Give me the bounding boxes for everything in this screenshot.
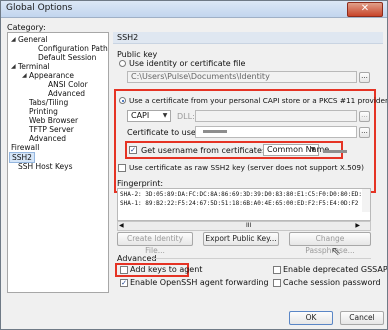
- expand-triangle-icon[interactable]: ◢: [11, 63, 16, 70]
- get-username-checkbox[interactable]: ✓: [129, 146, 137, 154]
- tree-item-general[interactable]: General: [18, 35, 48, 44]
- tree-item-terminal[interactable]: Terminal: [18, 62, 50, 71]
- tree-item-default-session[interactable]: Default Session: [38, 53, 96, 62]
- chevron-down-icon: ▼: [162, 112, 168, 119]
- use-identity-label: Use identity or certificate file: [129, 59, 246, 68]
- common-name-value: Common Name: [267, 145, 330, 154]
- enable-openssh-agent-forwarding-checkbox[interactable]: ✓: [120, 279, 128, 287]
- public-key-label: Public key: [117, 50, 158, 59]
- close-button[interactable]: ✕: [347, 2, 383, 17]
- tree-item-terminal-advanced[interactable]: Advanced: [29, 134, 66, 143]
- window-title: Global Options: [6, 3, 73, 13]
- use-certificate-radio[interactable]: [119, 97, 126, 104]
- fingerprint-sha1: SHA-1: 89:B2:22:F5:24:67:5D:51:18:6B:A0:…: [120, 200, 359, 207]
- category-label: Category:: [7, 23, 46, 32]
- fingerprint-sha2: SHA-2: 3D:05:89:DA:FC:DC:8A:86:69:3D:39:…: [120, 191, 366, 198]
- fingerprint-horizontal-scrollbar[interactable]: ◀ III ▶: [117, 221, 371, 231]
- expand-triangle-icon[interactable]: ◢: [11, 36, 16, 43]
- add-keys-to-agent-label: Add keys to agent: [130, 265, 203, 274]
- use-certificate-label: Use a certificate from your personal CAP…: [129, 96, 388, 105]
- close-icon: ✕: [360, 3, 370, 14]
- tree-item-web-browser[interactable]: Web Browser: [29, 116, 78, 125]
- panel-header: SSH2: [113, 32, 383, 44]
- cache-session-password-checkbox[interactable]: [273, 279, 281, 287]
- tree-item-tabs-tiling[interactable]: Tabs/Tiling: [29, 98, 68, 107]
- enable-deprecated-gssapi-label: Enable deprecated GSSAPI: [283, 265, 388, 274]
- get-username-label: Get username from certificate:: [141, 146, 265, 155]
- chevron-down-icon: ▼: [310, 146, 316, 153]
- browse-identity-button[interactable]: ...: [359, 72, 370, 83]
- export-public-key-button[interactable]: Export Public Key...: [203, 232, 279, 246]
- redacted-username: [323, 150, 347, 153]
- enable-deprecated-gssapi-checkbox[interactable]: [273, 266, 281, 274]
- tree-item-appearance[interactable]: Appearance: [29, 71, 74, 80]
- use-identity-radio[interactable]: [119, 60, 126, 67]
- tree-item-appearance-advanced[interactable]: Advanced: [48, 89, 85, 98]
- scroll-left-icon[interactable]: ◀: [119, 222, 124, 230]
- provider-value: CAPI: [131, 111, 150, 120]
- tree-item-tftp-server[interactable]: TFTP Server: [29, 125, 74, 134]
- advanced-separator: [151, 258, 371, 259]
- add-keys-to-agent-checkbox[interactable]: [120, 266, 128, 274]
- category-tree[interactable]: ◢ General Configuration Paths Default Se…: [7, 32, 109, 293]
- browse-certificate-button[interactable]: ...: [359, 127, 370, 138]
- certificate-to-use-field[interactable]: [195, 126, 357, 138]
- identity-path-field[interactable]: C:\Users\Pulse\Documents\Identity: [127, 71, 357, 83]
- tree-item-firewall[interactable]: Firewall: [11, 143, 39, 152]
- expand-triangle-icon[interactable]: ◢: [22, 72, 27, 79]
- change-passphrase-button[interactable]: Change Passphrase...: [289, 232, 371, 255]
- tree-item-ssh-host-keys[interactable]: SSH Host Keys: [18, 162, 73, 171]
- global-options-window: Global Options ✕ Category: ◢ General Con…: [0, 0, 388, 330]
- tree-item-ansi-color[interactable]: ANSI Color: [48, 80, 88, 89]
- tree-item-configuration-paths[interactable]: Configuration Paths: [38, 44, 108, 53]
- redacted-value: [203, 130, 227, 133]
- username-source-select[interactable]: Common Name ▼: [263, 144, 329, 156]
- ok-button[interactable]: OK: [289, 311, 333, 325]
- fingerprint-box[interactable]: SHA-2: 3D:05:89:DA:FC:DC:8A:86:69:3D:39:…: [117, 188, 371, 221]
- cancel-button[interactable]: Cancel: [340, 311, 384, 325]
- provider-select[interactable]: CAPI ▼: [127, 110, 171, 122]
- raw-ssh2-key-checkbox[interactable]: [118, 164, 126, 172]
- cache-session-password-label: Cache session password: [283, 278, 381, 287]
- tree-item-printing[interactable]: Printing: [29, 107, 58, 116]
- enable-openssh-agent-forwarding-label: Enable OpenSSH agent forwarding: [130, 278, 269, 287]
- mouse-cursor-icon: ⇖: [331, 244, 342, 258]
- create-identity-file-button[interactable]: Create Identity File...: [117, 232, 193, 255]
- scroll-thumb[interactable]: III: [246, 222, 251, 230]
- browse-dll-button[interactable]: ...: [359, 111, 370, 122]
- certificate-to-use-label: Certificate to use:: [127, 128, 199, 137]
- dll-field[interactable]: [195, 110, 357, 122]
- fingerprint-vertical-scrollbar[interactable]: [362, 189, 370, 212]
- dll-label: DLL:: [177, 112, 195, 121]
- scroll-right-icon[interactable]: ▶: [355, 222, 360, 230]
- raw-ssh2-key-label: Use certificate as raw SSH2 key (server …: [129, 163, 364, 172]
- fingerprint-label: Fingerprint:: [117, 179, 164, 188]
- title-bar: Global Options ✕: [1, 1, 387, 18]
